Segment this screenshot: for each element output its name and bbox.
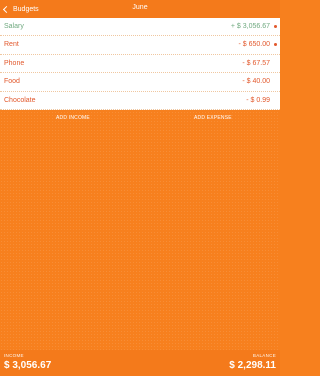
page-title: June [132, 4, 148, 11]
action-bar: ADD INCOME ADD EXPENSE [0, 113, 280, 125]
add-income-button[interactable]: ADD INCOME [56, 115, 90, 121]
list-item[interactable]: Food - $ 40.00 [0, 73, 280, 92]
item-label: Chocolate [4, 96, 36, 104]
list-item[interactable]: Rent - $ 650.00 [0, 36, 280, 55]
item-amount: - $ 67.57 [242, 59, 270, 67]
item-indicator-icon [274, 43, 277, 47]
list-item[interactable]: Phone - $ 67.57 [0, 55, 280, 74]
item-label: Salary [4, 23, 24, 30]
top-navbar: Budgets June [0, 0, 280, 18]
summary-footer: INCOME $ 3,056.67 BALANCE $ 2,298.11 [0, 350, 280, 376]
balance-caption: BALANCE [252, 353, 276, 358]
income-caption: INCOME [4, 353, 24, 358]
item-label: Phone [4, 59, 25, 67]
item-label: Food [4, 78, 20, 86]
income-summary: INCOME $ 3,056.67 [4, 353, 51, 371]
item-indicator-icon [274, 25, 277, 28]
item-label: Rent [4, 41, 19, 49]
add-expense-button[interactable]: ADD EXPENSE [194, 115, 232, 121]
list-item[interactable]: Salary + $ 3,056.67 [0, 18, 280, 37]
item-amount: - $ 0.99 [246, 96, 270, 104]
item-amount: - $ 650.00 [238, 41, 270, 49]
budget-items-list: Salary + $ 3,056.67 Rent - $ 650.00 Phon… [0, 18, 280, 110]
income-total: $ 3,056.67 [4, 360, 52, 371]
item-amount: - $ 40.00 [242, 78, 270, 86]
balance-total: $ 2,298.11 [229, 360, 276, 371]
list-item[interactable]: Chocolate - $ 0.99 [0, 92, 280, 110]
item-amount: + $ 3,056.67 [230, 23, 270, 30]
balance-summary: BALANCE $ 2,298.11 [229, 353, 276, 371]
